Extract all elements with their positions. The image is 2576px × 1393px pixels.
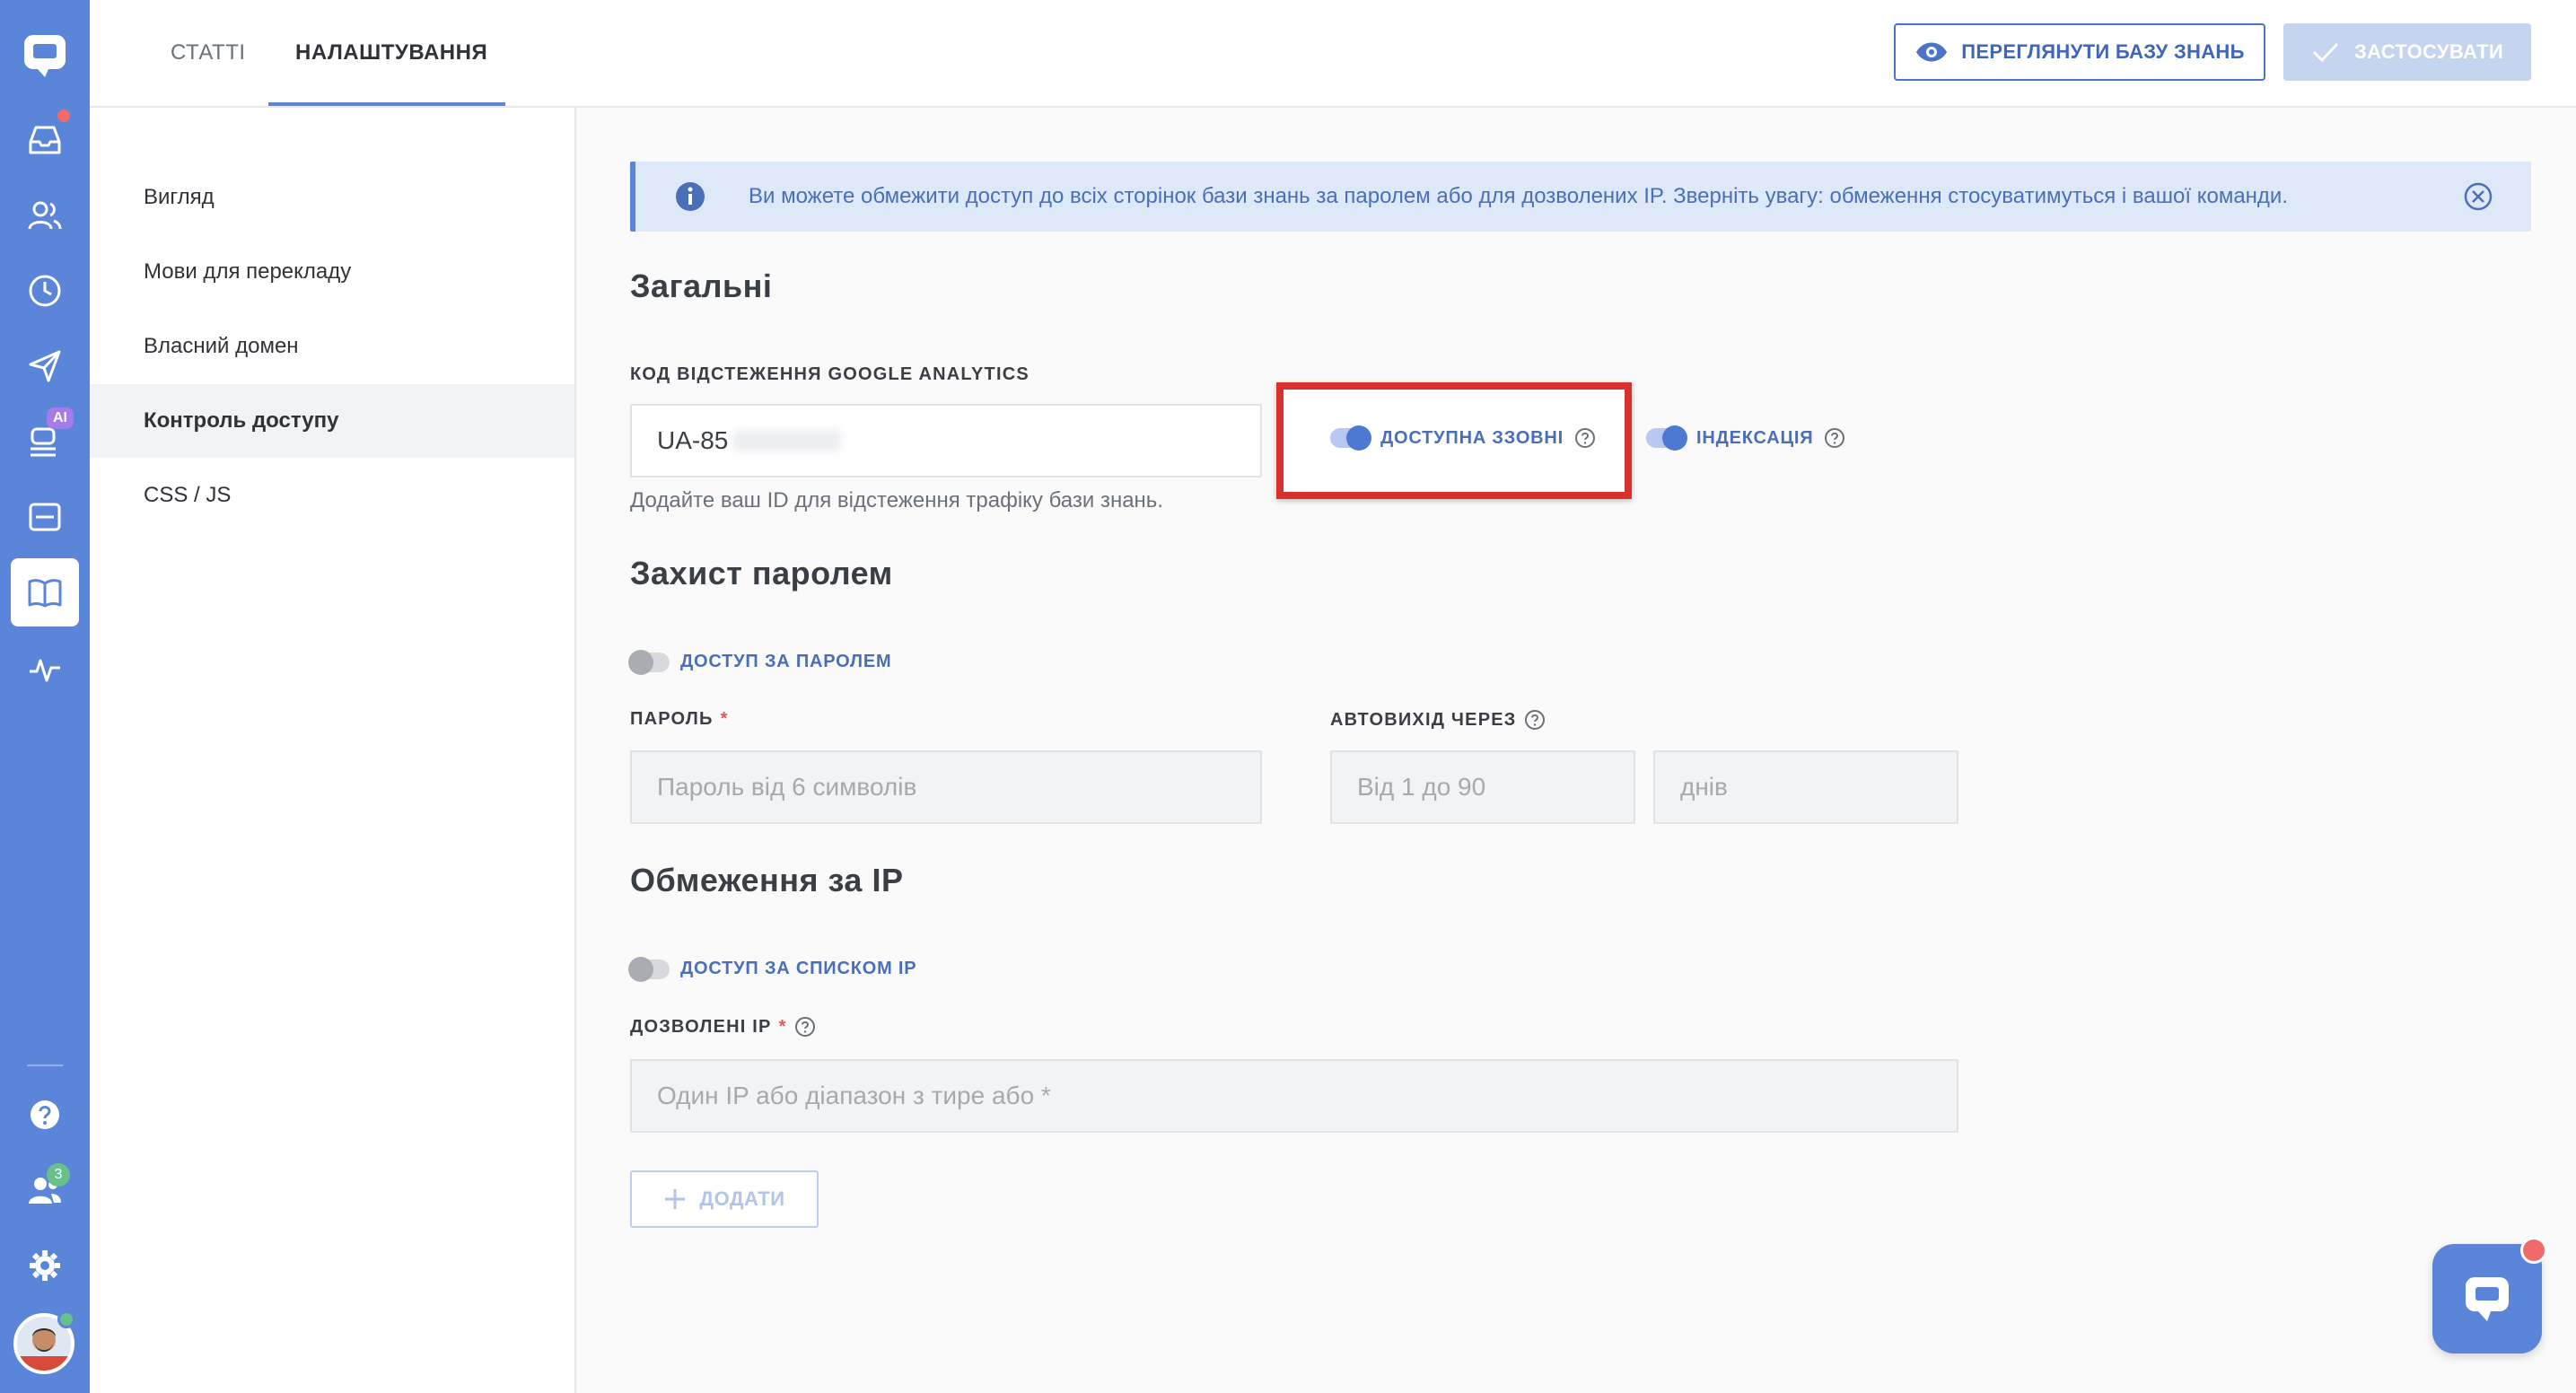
team-icon[interactable] xyxy=(0,1154,90,1226)
password-field-label: ПАРОЛЬ * xyxy=(630,709,729,730)
apply-label: ЗАСТОСУВАТИ xyxy=(2354,40,2503,63)
question-circle-icon[interactable] xyxy=(794,1016,816,1038)
info-banner: Ви можете обмежити доступ до всіх сторін… xyxy=(630,162,2531,232)
team-count-badge: 3 xyxy=(47,1163,70,1187)
tab-settings[interactable]: НАЛАШТУВАННЯ xyxy=(295,0,487,106)
view-knowledge-base-button[interactable]: ПЕРЕГЛЯНУТИ БАЗУ ЗНАНЬ xyxy=(1894,23,2265,81)
ga-code-input[interactable]: UA-85 xyxy=(630,404,1262,477)
knowledge-base-book-icon[interactable] xyxy=(11,558,79,626)
chat-bubble-icon xyxy=(2466,1277,2509,1321)
password-input[interactable]: Пароль від 6 символів xyxy=(630,750,1262,824)
close-circle-icon[interactable] xyxy=(2463,181,2493,212)
blurred-id-mask xyxy=(733,430,842,451)
rail-divider xyxy=(27,1064,63,1066)
view-knowledge-base-label: ПЕРЕГЛЯНУТИ БАЗУ ЗНАНЬ xyxy=(1961,40,2245,63)
password-placeholder: Пароль від 6 символів xyxy=(657,773,917,801)
required-marker: * xyxy=(720,709,729,729)
help-icon[interactable] xyxy=(0,1079,90,1151)
nav-item-translation-languages[interactable]: Мови для перекладу xyxy=(90,235,574,309)
indexing-label: ІНДЕКСАЦІЯ xyxy=(1696,427,1814,448)
auto-logout-label: АВТОВИХІД ЧЕРЕЗ xyxy=(1330,709,1546,731)
ip-access-toggle[interactable]: ДОСТУП ЗА СПИСКОМ IP xyxy=(628,956,917,982)
ai-bot-icon[interactable] xyxy=(0,406,90,477)
public-access-switch[interactable] xyxy=(1330,425,1371,451)
indexing-toggle[interactable]: ІНДЕКСАЦІЯ xyxy=(1646,425,1845,451)
ai-badge: AI xyxy=(47,407,74,429)
info-banner-text: Ви можете обмежити доступ до всіх сторін… xyxy=(749,184,2288,208)
general-section-title: Загальні xyxy=(630,267,773,304)
question-circle-icon[interactable] xyxy=(1824,427,1845,449)
ip-access-switch[interactable] xyxy=(628,956,670,982)
logo-chat-icon[interactable] xyxy=(0,20,90,92)
auto-logout-placeholder: Від 1 до 90 xyxy=(1357,773,1486,801)
days-unit: днів xyxy=(1680,773,1728,801)
tab-articles[interactable]: СТАТТІ xyxy=(171,0,246,106)
ga-code-label: КОД ВІДСТЕЖЕННЯ GOOGLE ANALYTICS xyxy=(630,364,1030,384)
online-status-dot xyxy=(57,1310,75,1328)
auto-logout-input[interactable]: Від 1 до 90 xyxy=(1330,750,1635,824)
nav-item-access-control[interactable]: Контроль доступу xyxy=(90,384,574,458)
analytics-pulse-icon[interactable] xyxy=(0,634,90,705)
question-circle-icon[interactable] xyxy=(1574,427,1596,449)
allowed-ip-input[interactable]: Один IP або діапазон з тире або * xyxy=(630,1059,1958,1133)
auto-logout-unit: днів xyxy=(1653,750,1958,824)
allowed-ip-label-text: ДОЗВОЛЕНІ IP xyxy=(630,1016,772,1037)
ip-section-title: Обмеження за IP xyxy=(630,862,904,898)
settings-nav: Вигляд Мови для перекладу Власний домен … xyxy=(90,108,576,1393)
app-rail: AI 3 xyxy=(0,0,90,1393)
main-content: Ви можете обмежити доступ до всіх сторін… xyxy=(576,108,2576,1393)
history-clock-icon[interactable] xyxy=(0,255,90,327)
ga-code-help: Додайте ваш ID для відстеження трафіку б… xyxy=(630,488,1163,513)
nav-item-css-js[interactable]: CSS / JS xyxy=(90,459,574,532)
password-access-label: ДОСТУП ЗА ПАРОЛЕМ xyxy=(680,652,892,671)
allowed-ip-placeholder: Один IP або діапазон з тире або * xyxy=(657,1082,1051,1109)
nav-item-appearance[interactable]: Вигляд xyxy=(90,161,574,234)
plus-icon xyxy=(665,1189,686,1209)
inbox-notification-dot xyxy=(56,108,72,124)
top-bar: СТАТТІ НАЛАШТУВАННЯ ПЕРЕГЛЯНУТИ БАЗУ ЗНА… xyxy=(90,0,2576,108)
public-access-label: ДОСТУПНА ЗЗОВНІ xyxy=(1380,427,1564,448)
chat-notification-dot xyxy=(2520,1237,2547,1264)
add-ip-label: ДОДАТИ xyxy=(699,1187,785,1210)
add-ip-button[interactable]: ДОДАТИ xyxy=(630,1170,819,1228)
indexing-switch[interactable] xyxy=(1646,425,1687,451)
apply-button[interactable]: ЗАСТОСУВАТИ xyxy=(2283,23,2531,81)
active-tab-indicator xyxy=(268,102,505,106)
nav-item-custom-domain[interactable]: Власний домен xyxy=(90,310,574,383)
password-access-toggle[interactable]: ДОСТУП ЗА ПАРОЛЕМ xyxy=(628,649,892,675)
auto-logout-label-text: АВТОВИХІД ЧЕРЕЗ xyxy=(1330,709,1517,730)
required-marker: * xyxy=(778,1016,787,1037)
password-section-title: Захист паролем xyxy=(630,555,893,591)
allowed-ip-label: ДОЗВОЛЕНІ IP * xyxy=(630,1016,816,1038)
public-access-toggle[interactable]: ДОСТУПНА ЗЗОВНІ xyxy=(1330,425,1596,451)
password-access-switch[interactable] xyxy=(628,649,670,675)
contacts-icon[interactable] xyxy=(0,180,90,251)
settings-gear-icon[interactable] xyxy=(0,1230,90,1301)
inbox-icon[interactable] xyxy=(0,104,90,176)
ip-access-label: ДОСТУП ЗА СПИСКОМ IP xyxy=(680,959,917,978)
eye-icon xyxy=(1916,42,1948,62)
send-icon[interactable] xyxy=(0,330,90,402)
widget-icon[interactable] xyxy=(0,481,90,553)
checkmark-icon xyxy=(2312,42,2339,63)
password-label-text: ПАРОЛЬ xyxy=(630,709,714,729)
ga-code-value: UA-85 xyxy=(657,426,729,454)
info-icon xyxy=(676,182,705,211)
question-circle-icon[interactable] xyxy=(1524,709,1546,731)
